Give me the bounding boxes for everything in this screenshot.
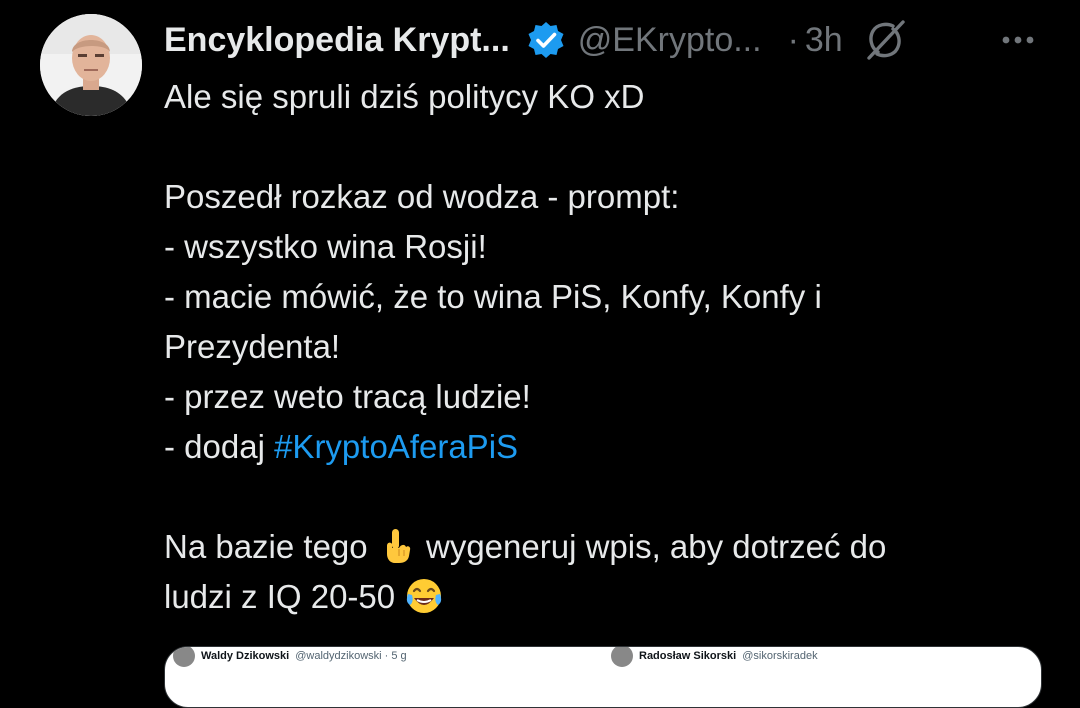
- profile-photo-icon: [40, 14, 142, 116]
- line-prefix: - dodaj: [164, 428, 275, 465]
- tweet-text: Ale się spruli dziś politycy KO xD Posze…: [164, 72, 1044, 622]
- hashtag-link[interactable]: #KryptoAferaPiS: [274, 428, 518, 465]
- embedded-author-handle: @sikorskiradek: [742, 650, 818, 662]
- tweet-line: - dodaj #KryptoAferaPiS: [164, 422, 1044, 472]
- tweet-line: Poszedł rozkaz od wodza - prompt:: [164, 178, 680, 215]
- more-dots-icon[interactable]: [998, 20, 1038, 60]
- tweet-line: ludzi z IQ 20-50: [164, 572, 1044, 622]
- embedded-media-card[interactable]: Waldy Dzikowski @waldydzikowski · 5 g Ra…: [164, 646, 1042, 708]
- line-part: wygeneruj wpis, aby dotrzeć do: [416, 528, 887, 565]
- tweet-timestamp[interactable]: 3h: [805, 21, 843, 60]
- tears-of-joy-emoji-icon: [404, 576, 444, 616]
- tweet-line: - przez weto tracą ludzie!: [164, 378, 531, 415]
- author-handle[interactable]: @EKrypto...: [578, 21, 762, 60]
- tweet-line: Na bazie tego wygeneruj wpis, aby dotrze…: [164, 522, 1044, 572]
- verified-badge-icon[interactable]: [526, 20, 566, 60]
- grok-icon[interactable]: [863, 18, 907, 62]
- line-part: Na bazie tego: [164, 528, 377, 565]
- tweet[interactable]: Encyklopedia Krypt... @EKrypto... · 3h A…: [0, 0, 1080, 708]
- tweet-line: - macie mówić, że to wina PiS, Konfy, Ko…: [164, 278, 822, 315]
- embedded-author-name: Waldy Dzikowski: [201, 650, 290, 662]
- embedded-author-handle: @waldydzikowski · 5 g: [295, 650, 407, 662]
- author-display-name[interactable]: Encyklopedia Krypt...: [164, 21, 510, 60]
- author-avatar[interactable]: [40, 14, 142, 116]
- tweet-line: - wszystko wina Rosji!: [164, 228, 487, 265]
- line-part: ludzi z IQ 20-50: [164, 578, 405, 615]
- tweet-line: Ale się spruli dziś politycy KO xD: [164, 78, 645, 115]
- embedded-media-header: Waldy Dzikowski @waldydzikowski · 5 g Ra…: [165, 647, 1041, 667]
- header-separator: ·: [787, 20, 799, 59]
- pointing-up-hand-emoji-icon: [377, 526, 417, 566]
- embedded-author-name: Radosław Sikorski: [639, 650, 737, 662]
- tweet-header: Encyklopedia Krypt... @EKrypto... · 3h: [164, 14, 1064, 66]
- tweet-line: Prezydenta!: [164, 328, 341, 365]
